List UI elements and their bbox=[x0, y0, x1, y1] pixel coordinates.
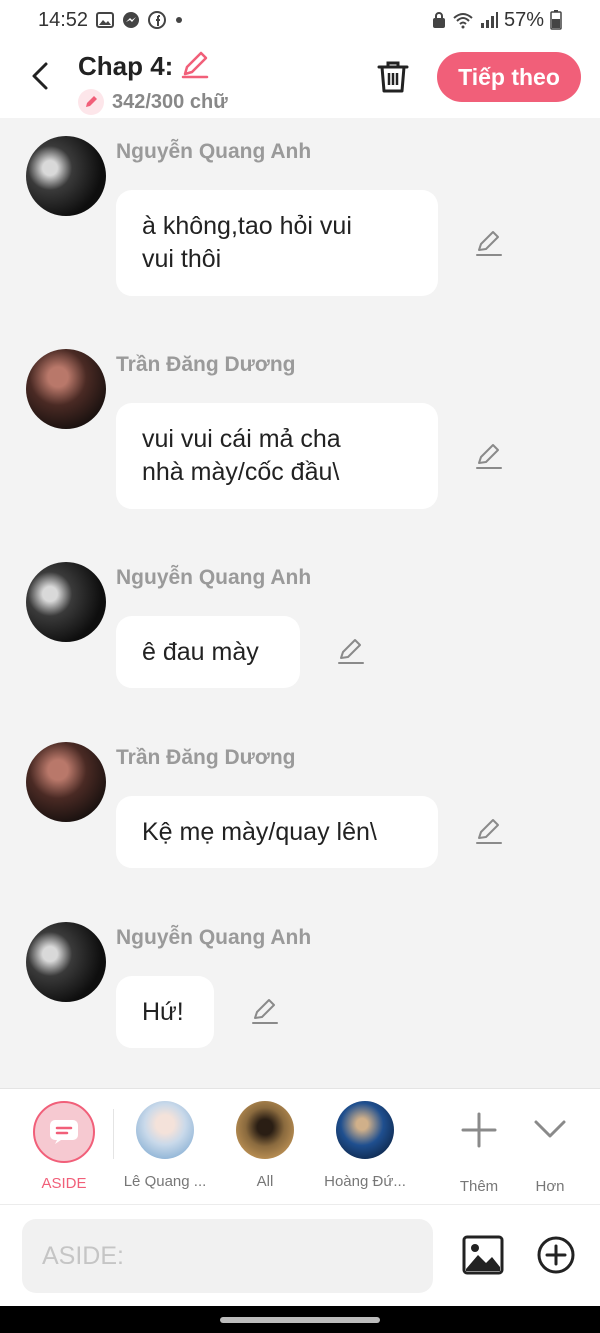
composer bbox=[0, 1204, 600, 1306]
word-count: 342/300 chữ bbox=[112, 90, 228, 113]
chevron-left-icon bbox=[32, 62, 48, 90]
avatar[interactable] bbox=[26, 136, 106, 216]
back-button[interactable] bbox=[22, 56, 58, 96]
character-label: Lê Quang ... bbox=[123, 1173, 207, 1190]
chapter-title-block: Chap 4: 342/300 chữ bbox=[78, 48, 228, 115]
battery-percent: 57% bbox=[503, 8, 544, 31]
trash-icon bbox=[377, 61, 409, 93]
facebook-icon bbox=[148, 11, 167, 29]
message-list: Nguyễn Quang Anh à không,tao hỏi vui vui… bbox=[0, 118, 600, 1088]
delete-button[interactable] bbox=[374, 58, 412, 96]
word-count-badge-icon bbox=[78, 89, 104, 115]
sender-name: Nguyễn Quang Anh bbox=[116, 926, 312, 949]
insert-image-button[interactable] bbox=[462, 1235, 504, 1275]
lock-icon bbox=[432, 11, 446, 29]
editor-header: Chap 4: 342/300 chữ Tiếp theo bbox=[0, 40, 600, 118]
avatar[interactable] bbox=[26, 922, 106, 1002]
edit-message-icon[interactable] bbox=[474, 816, 504, 846]
add-content-button[interactable] bbox=[536, 1235, 576, 1275]
chapter-title: Chap 4: bbox=[78, 51, 174, 81]
character-item[interactable]: Hoàng Đứ... bbox=[315, 1101, 415, 1190]
edit-message-icon[interactable] bbox=[474, 228, 504, 258]
edit-message-icon[interactable] bbox=[336, 636, 366, 666]
avatar[interactable] bbox=[26, 349, 106, 429]
home-handle[interactable] bbox=[220, 1317, 380, 1323]
dot-icon bbox=[174, 15, 184, 25]
chevron-down-icon bbox=[534, 1120, 566, 1138]
wifi-icon bbox=[452, 11, 474, 29]
message-bubble[interactable]: vui vui cái mả cha nhà mày/cốc đầu\ bbox=[116, 403, 438, 509]
sender-name: Nguyễn Quang Anh bbox=[116, 566, 312, 589]
sender-name: Nguyễn Quang Anh bbox=[116, 140, 312, 163]
character-aside[interactable]: ASIDE bbox=[14, 1101, 114, 1192]
sender-name: Trần Đăng Dương bbox=[116, 353, 296, 376]
character-label: ASIDE bbox=[41, 1175, 87, 1192]
more-button[interactable]: Hơn bbox=[500, 1101, 600, 1195]
signal-icon bbox=[480, 11, 498, 29]
message-bubble[interactable]: Kệ mẹ mày/quay lên\ bbox=[116, 796, 438, 868]
next-button[interactable]: Tiếp theo bbox=[437, 52, 581, 102]
character-label: All bbox=[256, 1173, 274, 1190]
character-item[interactable]: All bbox=[215, 1101, 315, 1190]
aside-icon bbox=[33, 1101, 95, 1163]
messenger-icon bbox=[122, 11, 140, 29]
plus-circle-icon bbox=[537, 1236, 575, 1274]
edit-message-icon[interactable] bbox=[474, 441, 504, 471]
status-bar: 14:52 57% bbox=[0, 0, 600, 40]
avatar bbox=[136, 1101, 194, 1159]
image-icon bbox=[462, 1235, 504, 1275]
message-bubble[interactable]: ê đau mày bbox=[116, 616, 300, 688]
character-selector: ASIDE Lê Quang ... All Hoàng Đứ... Thêm … bbox=[0, 1088, 600, 1204]
character-label: Hoàng Đứ... bbox=[324, 1173, 406, 1190]
sender-name: Trần Đăng Dương bbox=[116, 746, 296, 769]
status-time: 14:52 bbox=[38, 8, 89, 31]
edit-message-icon[interactable] bbox=[250, 996, 280, 1026]
character-item[interactable]: Lê Quang ... bbox=[115, 1101, 215, 1190]
gallery-icon bbox=[96, 12, 115, 28]
avatar[interactable] bbox=[26, 562, 106, 642]
avatar[interactable] bbox=[26, 742, 106, 822]
edit-title-icon[interactable] bbox=[179, 48, 211, 85]
avatar bbox=[336, 1101, 394, 1159]
system-nav-bar bbox=[0, 1306, 600, 1333]
aside-input[interactable] bbox=[22, 1219, 433, 1293]
battery-icon bbox=[550, 10, 562, 30]
message-bubble[interactable]: à không,tao hỏi vui vui thôi bbox=[116, 190, 438, 296]
divider bbox=[113, 1109, 114, 1159]
message-bubble[interactable]: Hứ! bbox=[116, 976, 214, 1048]
avatar bbox=[236, 1101, 294, 1159]
more-label: Hơn bbox=[535, 1178, 565, 1195]
